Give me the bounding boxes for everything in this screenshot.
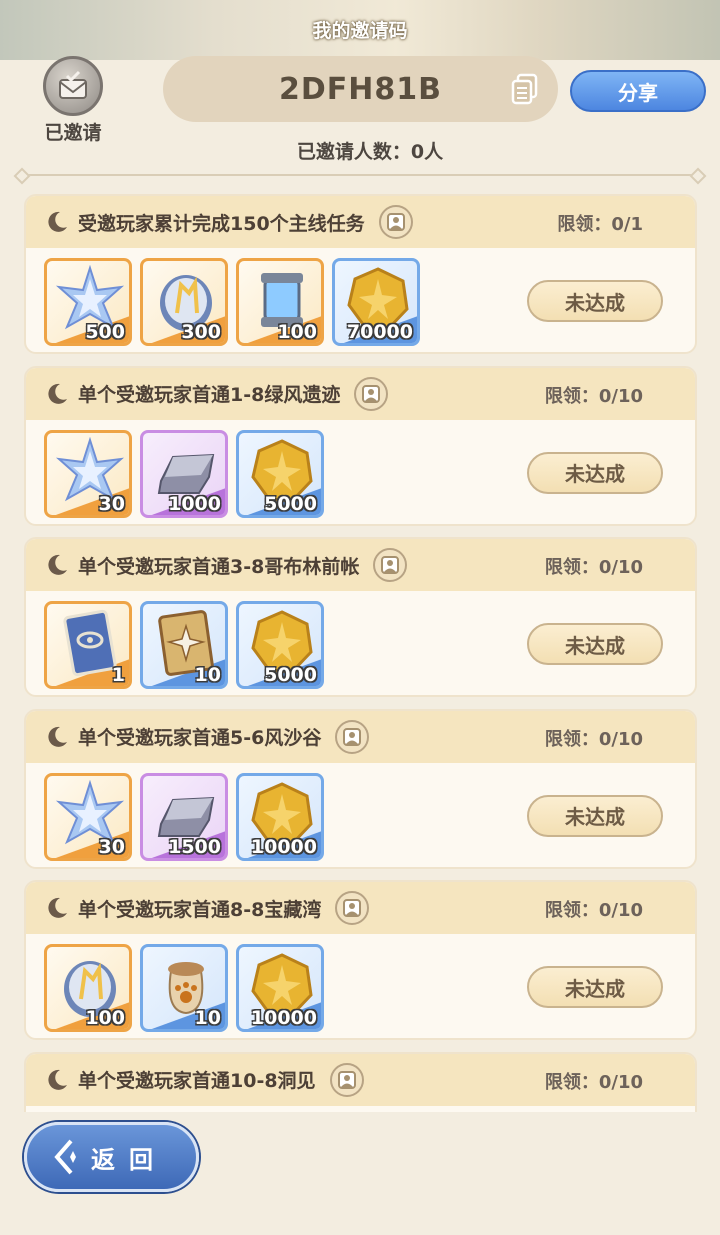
reward-item[interactable]: 1000	[140, 429, 228, 518]
task-header: 单个受邀玩家首通10-8洞见 限领：0/10	[26, 1053, 695, 1106]
task-card: 受邀玩家累计完成150个主线任务 限领：0/1 500 300 100 70000 未达成	[24, 194, 697, 354]
reward-item[interactable]: 10	[140, 601, 228, 689]
reward-item[interactable]: 100	[44, 944, 132, 1032]
reward-quantity: 10	[194, 664, 221, 686]
reward-list: 100 10 10000	[44, 944, 332, 1032]
portrait-icon[interactable]	[335, 719, 370, 754]
invite-code: 2DFH81B	[279, 71, 442, 107]
task-title: 受邀玩家累计完成150个主线任务	[78, 212, 365, 235]
claim-status-button[interactable]: 未达成	[527, 623, 663, 665]
reward-quantity: 10000	[250, 835, 317, 858]
reward-item[interactable]: 500	[44, 258, 132, 346]
back-label: 返回	[91, 1145, 167, 1174]
reward-quantity: 1500	[168, 835, 221, 858]
reward-quantity: 1	[111, 664, 125, 686]
portrait-icon[interactable]	[378, 205, 413, 239]
reward-quantity: 10	[194, 1007, 221, 1029]
back-arrow-icon	[54, 1139, 76, 1175]
claim-limit: 限领：0/10	[544, 900, 643, 921]
back-button[interactable]: 返回	[24, 1122, 199, 1192]
claim-status-button[interactable]: 未达成	[527, 451, 663, 494]
portrait-icon[interactable]	[335, 891, 370, 925]
task-card: 单个受邀玩家首通1-8绿风遗迹 限领：0/10 30 1000 5000 未达成	[24, 365, 697, 526]
reward-quantity: 100	[85, 1007, 125, 1029]
reward-item[interactable]: 100	[236, 258, 324, 346]
task-title: 单个受邀玩家首通1-8绿风遗迹	[78, 384, 341, 406]
task-title: 单个受邀玩家首通5-6风沙谷	[78, 727, 322, 749]
invited-mailbox-icon	[43, 56, 103, 116]
claim-status-button[interactable]: 未达成	[527, 794, 663, 837]
reward-quantity: 10000	[250, 1007, 317, 1029]
reward-item[interactable]: 1	[44, 601, 132, 689]
copy-icon[interactable]	[510, 73, 540, 105]
reward-item[interactable]: 10000	[236, 772, 324, 861]
divider	[18, 174, 702, 176]
portrait-icon[interactable]	[354, 376, 389, 411]
reward-item[interactable]: 5000	[236, 429, 324, 518]
reward-list: 30 1500 10000	[44, 772, 332, 861]
reward-quantity: 5000	[264, 664, 317, 686]
reward-item[interactable]: 10	[140, 944, 228, 1032]
task-header: 单个受邀玩家首通1-8绿风遗迹 限领：0/10	[26, 367, 695, 420]
task-title: 单个受邀玩家首通3-8哥布林前帐	[78, 555, 360, 578]
reward-quantity: 1000	[168, 492, 221, 515]
reward-quantity: 30	[98, 835, 125, 858]
task-card: 单个受邀玩家首通8-8宝藏湾 限领：0/10 100 10 10000 未达成	[24, 880, 697, 1040]
reward-quantity: 30	[98, 492, 125, 515]
reward-list: 500 300 100 70000	[44, 258, 428, 346]
task-title: 单个受邀玩家首通8-8宝藏湾	[78, 898, 322, 921]
claim-limit: 限领：0/10	[544, 557, 643, 578]
task-header: 单个受邀玩家首通8-8宝藏湾 限领：0/10	[26, 882, 695, 934]
claim-status-button[interactable]: 未达成	[527, 280, 663, 322]
task-card: 单个受邀玩家首通5-6风沙谷 限领：0/10 30 1500 10000 未达成	[24, 708, 697, 869]
reward-list: 30 1000 5000	[44, 429, 332, 518]
reward-quantity: 70000	[346, 321, 413, 343]
reward-quantity: 5000	[264, 492, 317, 515]
task-title: 单个受邀玩家首通10-8洞见	[78, 1070, 316, 1092]
moon-icon	[44, 1067, 70, 1093]
reward-quantity: 100	[277, 321, 317, 343]
claim-limit: 限领：0/10	[544, 1071, 643, 1093]
moon-icon	[44, 381, 70, 407]
reward-quantity: 300	[181, 321, 221, 343]
share-button[interactable]: 分享	[570, 70, 706, 112]
page-title: 我的邀请码	[312, 20, 408, 42]
task-header: 受邀玩家累计完成150个主线任务 限领：0/1	[26, 196, 695, 248]
reward-item[interactable]: 10000	[236, 944, 324, 1032]
moon-icon	[44, 895, 70, 921]
claim-limit: 限领：0/1	[557, 214, 643, 235]
reward-quantity: 500	[85, 321, 125, 343]
reward-item[interactable]: 5000	[236, 601, 324, 689]
reward-list: 1 10 5000	[44, 601, 332, 689]
task-header: 单个受邀玩家首通3-8哥布林前帐 限领：0/10	[26, 539, 695, 591]
invited-list-button[interactable]: 已邀请	[34, 56, 112, 144]
moon-icon	[44, 209, 70, 235]
reward-item[interactable]: 70000	[332, 258, 420, 346]
task-card: 单个受邀玩家首通3-8哥布林前帐 限领：0/10 1 10 5000 未达成	[24, 537, 697, 697]
reward-item[interactable]: 30	[44, 429, 132, 518]
reward-item[interactable]: 30	[44, 772, 132, 861]
portrait-icon[interactable]	[373, 548, 408, 582]
claim-status-button[interactable]: 未达成	[527, 966, 663, 1008]
task-header: 单个受邀玩家首通5-6风沙谷 限领：0/10	[26, 710, 695, 763]
reward-item[interactable]: 300	[140, 258, 228, 346]
invite-count: 已邀请人数：0人	[296, 141, 444, 163]
reward-item[interactable]: 1500	[140, 772, 228, 861]
portrait-icon[interactable]	[329, 1062, 364, 1097]
moon-icon	[44, 724, 70, 750]
moon-icon	[44, 552, 70, 578]
claim-limit: 限领：0/10	[544, 385, 643, 407]
claim-limit: 限领：0/10	[544, 728, 643, 750]
invite-code-box: 2DFH81B	[163, 56, 558, 122]
